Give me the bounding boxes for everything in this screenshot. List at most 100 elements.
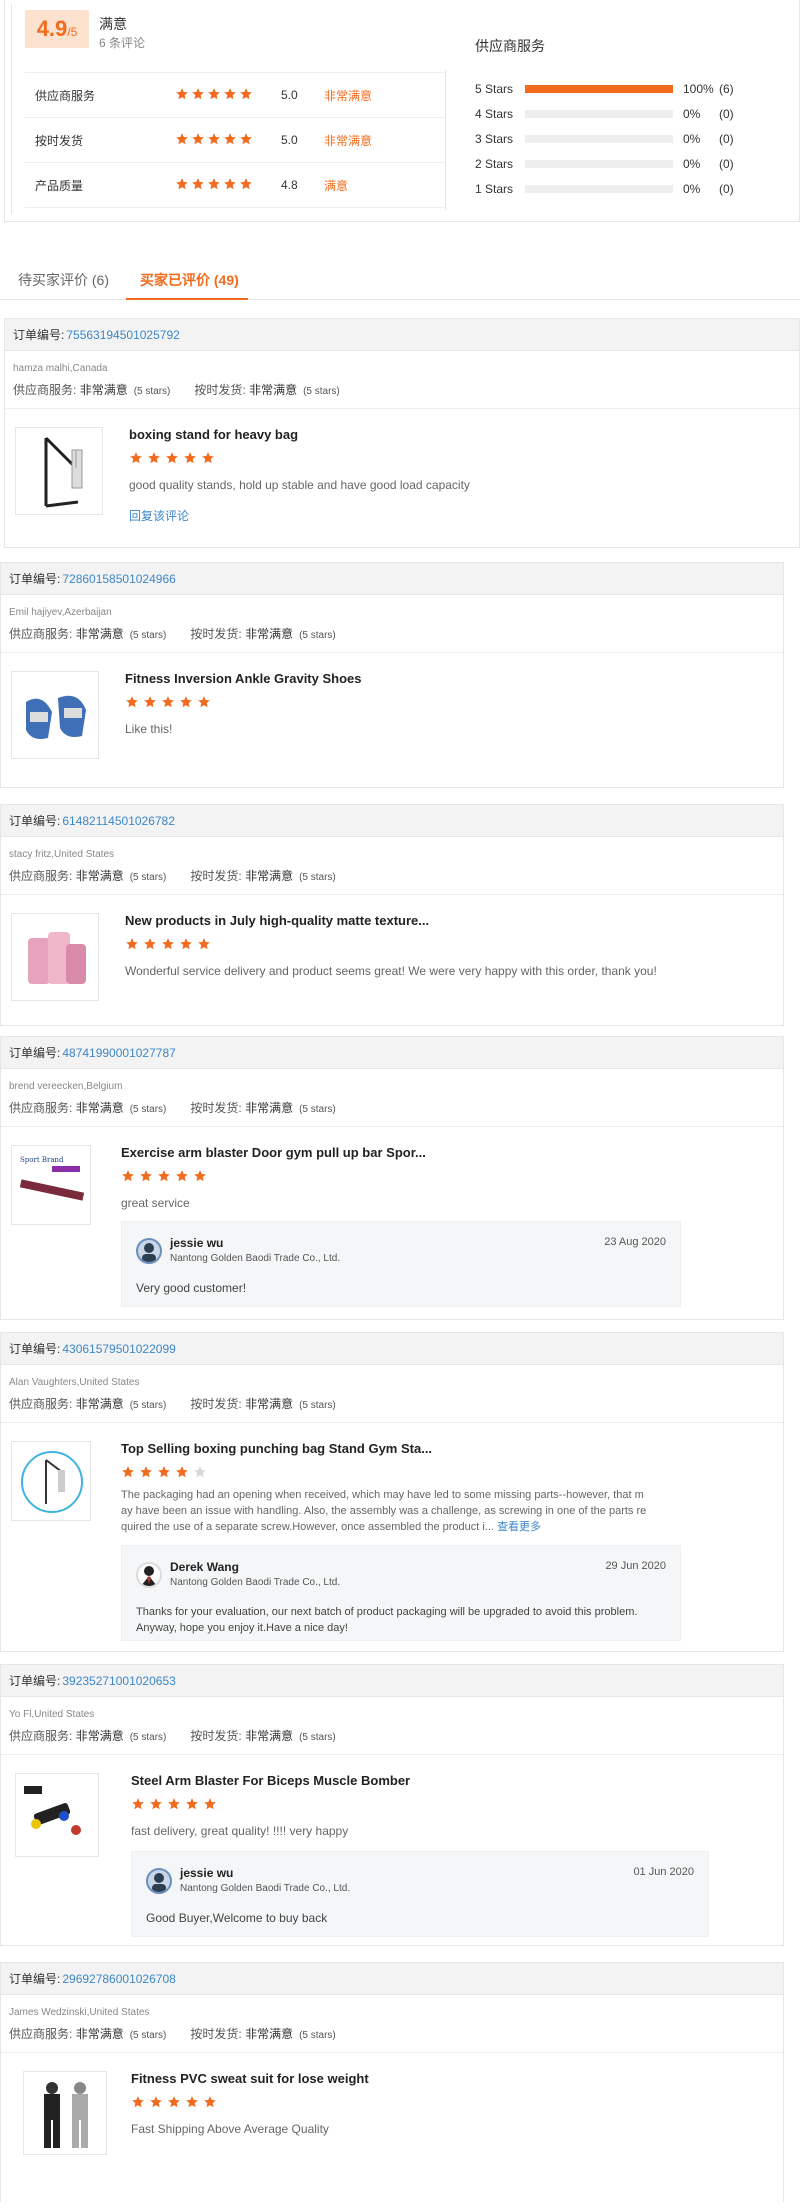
show-more-link[interactable]: 查看更多 [497, 1521, 541, 1533]
reply-link[interactable]: 回复该评论 [129, 507, 189, 524]
order-header: 订单编号: 43061579501022099 [1, 1333, 783, 1365]
metric-score: 5.0 [281, 88, 298, 102]
distribution-row: 4 Stars 0% (0) [475, 101, 775, 126]
review-text: great service [121, 1196, 190, 1210]
rating-label: 供应商服务: [9, 2026, 73, 2041]
review-text-line: quired the use of a separate screw.Howev… [121, 1521, 494, 1533]
shipping-rating: 按时发货: 非常满意 (5 stars) [190, 2025, 335, 2042]
product-title-link[interactable]: boxing stand for heavy bag [129, 427, 298, 442]
star-distribution: 5 Stars 100% (6) 4 Stars 0% (0) 3 Stars … [475, 76, 775, 201]
product-image[interactable]: Sport Brand [11, 1145, 91, 1225]
shipping-rating: 按时发货: 非常满意 (5 stars) [190, 867, 335, 884]
tab-completed-reviews[interactable]: 买家已评价 (49) [140, 270, 239, 290]
star-icon [157, 1465, 173, 1481]
distribution-label: 2 Stars [475, 156, 514, 171]
service-rating: 供应商服务: 非常满意 (5 stars) [9, 2025, 166, 2042]
product-title-link[interactable]: New products in July high-quality matte … [125, 913, 429, 928]
rating-stars-text: (5 stars) [299, 1399, 336, 1411]
review-card: 订单编号: 75563194501025792 hamza malhi,Cana… [4, 318, 800, 548]
distribution-pct: 0% [683, 106, 701, 121]
metric-stars [175, 87, 275, 104]
seller-reply: jessie wu Nantong Golden Baodi Trade Co.… [121, 1221, 681, 1307]
service-rating: 供应商服务: 非常满意 (5 stars) [9, 1727, 166, 1744]
shipping-rating: 按时发货: 非常满意 (5 stars) [190, 1395, 335, 1412]
rating-value: 非常满意 [245, 2026, 294, 2041]
metric-row: 按时发货 5.0 非常满意 [25, 118, 445, 163]
star-icon [175, 87, 189, 101]
buyer-ratings: 供应商服务: 非常满意 (5 stars) 按时发货: 非常满意 (5 stars) [13, 380, 799, 398]
rating-stars-text: (5 stars) [299, 2029, 336, 2041]
product-title-link[interactable]: Steel Arm Blaster For Biceps Muscle Bomb… [131, 1773, 410, 1788]
order-number-link[interactable]: 72860158501024966 [62, 572, 175, 586]
rating-stars-text: (5 stars) [129, 1731, 167, 1743]
order-number-link[interactable]: 29692786001026708 [62, 1972, 175, 1986]
rating-value: 非常满意 [245, 626, 294, 641]
product-review: Top Selling boxing punching bag Stand Gy… [1, 1423, 783, 1649]
reply-message: Good Buyer,Welcome to buy back [146, 1911, 328, 1925]
product-title-link[interactable]: Fitness Inversion Ankle Gravity Shoes [125, 671, 362, 686]
rating-stars-text: (5 stars) [133, 385, 171, 397]
distribution-pct: 0% [683, 181, 701, 196]
shipping-rating: 按时发货: 非常满意 (5 stars) [190, 1727, 335, 1744]
review-text: good quality stands, hold up stable and … [129, 478, 470, 492]
product-stars [129, 451, 219, 470]
metric-row: 产品质量 4.8 满意 [25, 163, 445, 208]
buyer-ratings: 供应商服务: 非常满意 (5 stars) 按时发货: 非常满意 (5 stars) [9, 1098, 783, 1116]
buyer-ratings: 供应商服务: 非常满意 (5 stars) 按时发货: 非常满意 (5 stars) [9, 1726, 783, 1744]
star-icon [161, 695, 177, 711]
review-text: Fast Shipping Above Average Quality [131, 2122, 329, 2136]
seller-name: jessie wu [170, 1236, 224, 1250]
distribution-label: 3 Stars [475, 131, 514, 146]
product-title-link[interactable]: Fitness PVC sweat suit for lose weight [131, 2071, 369, 2086]
rating-stars-text: (5 stars) [299, 1731, 336, 1743]
star-icon [165, 451, 181, 467]
svg-text:Sport Brand: Sport Brand [20, 1156, 64, 1164]
seller-company: Nantong Golden Baodi Trade Co., Ltd. [170, 1577, 341, 1588]
rating-label: 按时发货: [194, 382, 246, 397]
rating-value: 非常满意 [79, 382, 128, 397]
product-title-link[interactable]: Exercise arm blaster Door gym pull up ba… [121, 1145, 426, 1160]
star-icon [239, 132, 253, 146]
tab-pending-reviews[interactable]: 待买家评价 (6) [18, 270, 109, 290]
product-image[interactable] [11, 671, 99, 759]
buyer-name: Alan Vaughters,United States [9, 1377, 140, 1388]
distribution-count: (0) [719, 106, 734, 121]
rating-label: 按时发货: [190, 1728, 242, 1743]
order-number-link[interactable]: 43061579501022099 [62, 1342, 175, 1356]
star-icon [207, 87, 221, 101]
distribution-row: 2 Stars 0% (0) [475, 151, 775, 176]
star-icon [185, 1797, 201, 1813]
rating-value: 非常满意 [75, 626, 124, 641]
product-image[interactable] [23, 2071, 107, 2155]
rating-label: 按时发货: [190, 868, 242, 883]
overall-score: 4.9 [36, 16, 68, 41]
metric-stars [175, 132, 275, 149]
product-image[interactable] [11, 1441, 91, 1521]
order-number-link[interactable]: 48741990001027787 [62, 1046, 175, 1060]
distribution-label: 1 Stars [475, 181, 514, 196]
distribution-fill [525, 84, 673, 93]
review-tabs: 待买家评价 (6) 买家已评价 (49) [0, 258, 800, 300]
product-image[interactable] [15, 427, 103, 515]
product-stars [121, 1169, 211, 1188]
distribution-bar [525, 159, 673, 168]
divider [445, 70, 446, 210]
product-image[interactable] [15, 1773, 99, 1857]
product-stars [131, 1797, 221, 1816]
distribution-bar [525, 134, 673, 143]
order-number-link[interactable]: 39235271001020653 [62, 1674, 175, 1688]
rating-stars-text: (5 stars) [129, 629, 167, 641]
review-card: 订单编号: 72860158501024966 Emil hajiyev,Aze… [0, 562, 784, 788]
product-title-link[interactable]: Top Selling boxing punching bag Stand Gy… [121, 1441, 432, 1456]
product-stars [131, 2095, 221, 2114]
service-rating: 供应商服务: 非常满意 (5 stars) [9, 1099, 166, 1116]
rating-stars-text: (5 stars) [303, 385, 340, 397]
order-header: 订单编号: 29692786001026708 [1, 1963, 783, 1995]
order-number-link[interactable]: 75563194501025792 [66, 328, 179, 342]
distribution-count: (0) [719, 181, 734, 196]
overall-score-badge: 4.9 /5 [25, 10, 89, 48]
buyer-ratings: 供应商服务: 非常满意 (5 stars) 按时发货: 非常满意 (5 stars) [9, 2024, 783, 2042]
order-number-link[interactable]: 61482114501026782 [62, 814, 175, 828]
seller-company: Nantong Golden Baodi Trade Co., Ltd. [170, 1253, 341, 1264]
product-image[interactable] [11, 913, 99, 1001]
